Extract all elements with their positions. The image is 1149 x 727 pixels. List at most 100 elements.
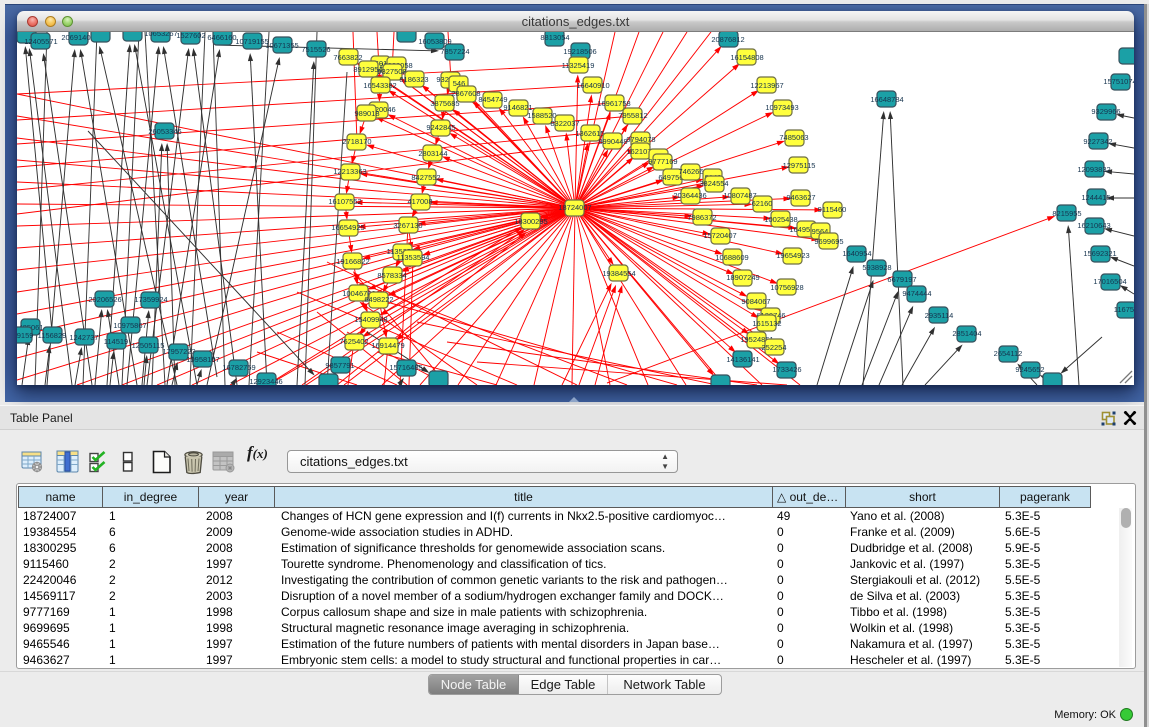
svg-text:16543382: 16543382	[363, 81, 396, 90]
svg-text:12923446: 12923446	[249, 377, 282, 385]
svg-text:15716485: 15716485	[389, 363, 422, 372]
svg-text:15751074: 15751074	[1103, 77, 1134, 86]
svg-text:12093832: 12093832	[1077, 165, 1110, 174]
svg-text:18907249: 18907249	[726, 273, 759, 282]
svg-text:2803144: 2803144	[418, 149, 447, 158]
svg-text:2935114: 2935114	[925, 311, 954, 320]
svg-text:9227342: 9227342	[1083, 137, 1112, 146]
svg-text:20876812: 20876812	[711, 35, 744, 44]
svg-text:9245652: 9245652	[1015, 365, 1044, 374]
svg-text:26053346: 26053346	[148, 127, 181, 136]
svg-text:7485063: 7485063	[779, 133, 808, 142]
svg-text:116753: 116753	[1114, 305, 1134, 314]
svg-text:7857224: 7857224	[440, 47, 469, 56]
svg-text:9084067: 9084067	[741, 297, 770, 306]
svg-text:8322037: 8322037	[550, 119, 579, 128]
svg-text:17359924: 17359924	[134, 295, 167, 304]
svg-text:9699695: 9699695	[814, 237, 843, 246]
svg-text:6498222: 6498222	[364, 295, 393, 304]
svg-text:9115460: 9115460	[818, 205, 847, 214]
svg-text:9777169: 9777169	[648, 157, 677, 166]
svg-text:12505115: 12505115	[132, 341, 165, 350]
svg-text:16782759: 16782759	[222, 363, 255, 372]
svg-text:2867608: 2867608	[451, 89, 480, 98]
svg-text:7515526: 7515526	[301, 45, 330, 54]
svg-text:10688609: 10688609	[715, 253, 748, 262]
svg-text:417008: 417008	[407, 197, 432, 206]
svg-text:39159: 39159	[17, 331, 33, 340]
svg-text:1156829: 1156829	[38, 331, 67, 340]
svg-text:6679197: 6679197	[887, 275, 916, 284]
svg-text:1244415: 1244415	[1081, 193, 1110, 202]
svg-text:62160: 62160	[752, 199, 773, 208]
svg-text:15720407: 15720407	[703, 231, 736, 240]
svg-text:10973493: 10973493	[765, 103, 798, 112]
svg-text:7663822: 7663822	[333, 53, 362, 62]
svg-text:16648784: 16648784	[870, 95, 903, 104]
svg-text:9474444: 9474444	[902, 289, 931, 298]
svg-text:3875685: 3875685	[430, 99, 459, 108]
svg-text:114519: 114519	[104, 337, 128, 346]
svg-text:18300295: 18300295	[514, 217, 547, 226]
svg-text:8186323: 8186323	[399, 75, 428, 84]
svg-text:9329966: 9329966	[1091, 107, 1120, 116]
svg-text:20206526: 20206526	[88, 295, 121, 304]
svg-text:8990448: 8990448	[598, 137, 627, 146]
svg-text:6466160: 6466160	[207, 33, 236, 42]
svg-text:2654112: 2654112	[994, 349, 1023, 358]
svg-text:10756928: 10756928	[770, 283, 803, 292]
svg-text:12405571: 12405571	[24, 37, 57, 46]
svg-text:1733426: 1733426	[772, 365, 801, 374]
svg-text:15692321: 15692321	[1083, 249, 1116, 258]
svg-text:20691406: 20691406	[61, 33, 94, 42]
svg-text:7955812: 7955812	[618, 111, 647, 120]
svg-text:1640954: 1640954	[842, 249, 871, 258]
svg-text:12975115: 12975115	[783, 161, 816, 170]
svg-text:252254: 252254	[761, 343, 786, 352]
svg-text:10975867: 10975867	[113, 321, 146, 330]
svg-text:8215955: 8215955	[1052, 209, 1081, 218]
svg-text:1527602: 1527602	[176, 32, 205, 40]
svg-text:16961758: 16961758	[597, 99, 630, 108]
svg-text:7625402: 7625402	[339, 337, 368, 346]
svg-text:18724007: 18724007	[558, 203, 591, 212]
svg-text:8813054: 8813054	[540, 33, 569, 42]
svg-text:16107552: 16107552	[328, 197, 361, 206]
svg-text:5938928: 5938928	[862, 263, 891, 272]
svg-text:12213363: 12213363	[333, 167, 366, 176]
svg-text:10025438: 10025438	[764, 215, 797, 224]
svg-text:1242737: 1242737	[69, 333, 98, 342]
svg-text:19654923: 19654923	[776, 251, 809, 260]
svg-text:11325419: 11325419	[562, 61, 595, 70]
svg-text:19384554: 19384554	[602, 269, 635, 278]
svg-text:10958107: 10958107	[186, 355, 219, 364]
svg-text:2718170: 2718170	[342, 137, 371, 146]
svg-text:11353594: 11353594	[397, 253, 430, 262]
svg-text:15409948: 15409948	[354, 315, 387, 324]
svg-text:20364436: 20364436	[673, 191, 706, 200]
svg-text:1615132: 1615132	[752, 319, 781, 328]
svg-text:8427552: 8427552	[411, 173, 440, 182]
svg-text:7986372: 7986372	[687, 213, 716, 222]
svg-text:3267130: 3267130	[393, 221, 422, 230]
svg-text:16210643: 16210643	[1077, 221, 1110, 230]
svg-text:3824554: 3824554	[699, 179, 728, 188]
svg-text:16154808: 16154808	[730, 53, 763, 62]
svg-text:10671355: 10671355	[265, 41, 298, 50]
svg-text:8578334: 8578334	[377, 271, 406, 280]
svg-text:2851404: 2851404	[952, 329, 981, 338]
svg-text:10653267: 10653267	[144, 32, 177, 38]
svg-text:16640910: 16640910	[576, 81, 609, 90]
svg-text:989018: 989018	[354, 109, 379, 118]
svg-text:9857791: 9857791	[325, 361, 354, 370]
svg-text:10719155: 10719155	[235, 37, 268, 46]
svg-text:14136141: 14136141	[726, 355, 759, 364]
svg-text:16654925: 16654925	[331, 223, 364, 232]
svg-text:16914479: 16914479	[371, 341, 404, 350]
svg-text:19166822: 19166822	[336, 257, 369, 266]
svg-text:19218506: 19218506	[563, 47, 596, 56]
svg-text:12213967: 12213967	[750, 81, 783, 90]
svg-text:9242845: 9242845	[426, 123, 455, 132]
svg-text:746266: 746266	[678, 167, 703, 176]
svg-text:9463627: 9463627	[786, 193, 815, 202]
